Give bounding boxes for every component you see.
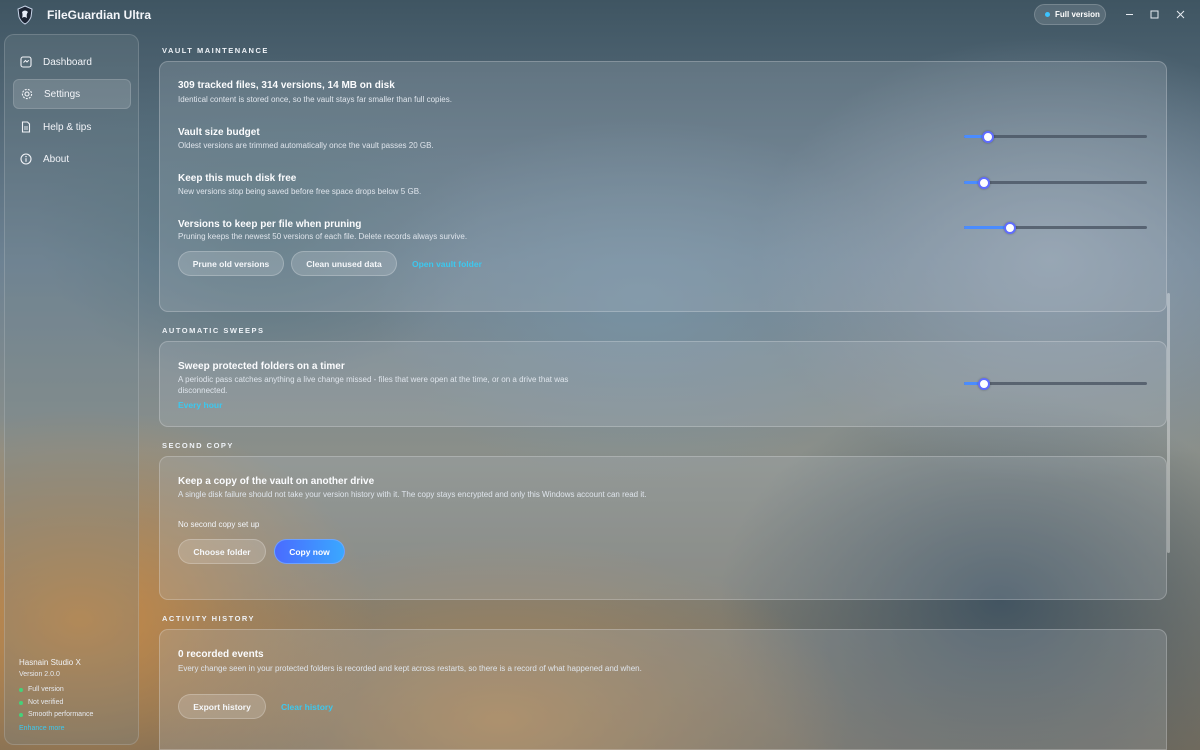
second-copy-title: Keep a copy of the vault on another driv… (178, 476, 375, 487)
slider-thumb[interactable] (982, 131, 994, 143)
title-bar: FileGuardian Ultra Full version (0, 0, 1200, 30)
slider-thumb[interactable] (978, 177, 990, 189)
status-dot-icon (19, 712, 23, 717)
vault-summary-description: Identical content is stored once, so the… (178, 95, 452, 104)
section-heading-vault: VAULT MAINTENANCE (162, 46, 269, 55)
second-copy-description: A single disk failure should not take yo… (178, 490, 647, 499)
sweep-timer-description: A periodic pass catches anything a live … (178, 375, 569, 395)
maximize-button[interactable] (1142, 4, 1166, 24)
sidebar-item-label: About (43, 153, 70, 165)
vault-size-budget-description: Oldest versions are trimmed automaticall… (178, 141, 434, 150)
sidebar-item-help[interactable]: Help & tips (13, 112, 131, 142)
sweep-interval-value: Every hour (178, 400, 223, 410)
status-dot-icon (19, 687, 23, 692)
vault-size-budget-slider[interactable] (964, 131, 1147, 143)
minimize-button[interactable] (1117, 4, 1141, 24)
versions-per-file-title: Versions to keep per file when pruning (178, 219, 362, 230)
export-history-button[interactable]: Export history (178, 694, 266, 719)
minimize-icon (1125, 13, 1133, 15)
sidebar-item-label: Help & tips (43, 121, 92, 133)
status-full-version: Full version (19, 686, 64, 693)
slider-thumb[interactable] (1004, 222, 1016, 234)
open-vault-folder-link[interactable]: Open vault folder (412, 259, 482, 269)
second-copy-status: No second copy set up (178, 520, 260, 529)
prune-old-versions-button[interactable]: Prune old versions (178, 251, 284, 276)
copy-now-button[interactable]: Copy now (274, 539, 345, 564)
sidebar-item-dashboard[interactable]: Dashboard (13, 47, 131, 77)
status-dot-icon (19, 700, 23, 705)
status-performance: Smooth performance (19, 711, 93, 718)
maximize-icon (1150, 10, 1158, 18)
app-logo-icon (17, 5, 33, 25)
choose-folder-button[interactable]: Choose folder (178, 539, 266, 564)
slider-thumb[interactable] (978, 378, 990, 390)
activity-card (159, 629, 1167, 750)
status-verification: Not verified (19, 699, 63, 706)
dashboard-icon (19, 55, 33, 69)
sweep-interval-slider[interactable] (964, 378, 1147, 390)
studio-name: Hasnain Studio X (19, 658, 81, 667)
disk-free-title: Keep this much disk free (178, 173, 297, 184)
status-label: Not verified (28, 699, 64, 706)
close-button[interactable] (1168, 4, 1192, 24)
sidebar-item-label: Dashboard (43, 56, 92, 68)
versions-per-file-description: Pruning keeps the newest 50 versions of … (178, 232, 468, 241)
section-heading-second-copy: SECOND COPY (162, 441, 234, 450)
sidebar-item-about[interactable]: About (13, 144, 131, 174)
clean-unused-data-button[interactable]: Clean unused data (291, 251, 397, 276)
enhance-link[interactable]: Enhance more (19, 725, 65, 732)
clear-history-link[interactable]: Clear history (281, 702, 333, 712)
app-version: Version 2.0.0 (19, 671, 60, 678)
disk-free-description: New versions stop being saved before fre… (178, 187, 422, 196)
vault-size-budget-title: Vault size budget (178, 127, 260, 138)
scrollbar-thumb[interactable] (1167, 293, 1170, 553)
gear-icon (20, 87, 34, 101)
slider-track (964, 181, 1147, 184)
version-badge-label: Full version (1055, 10, 1100, 19)
sweep-timer-title: Sweep protected folders on a timer (178, 361, 345, 372)
close-icon (1176, 10, 1184, 18)
sidebar-item-settings[interactable]: Settings (13, 79, 131, 109)
status-label: Smooth performance (28, 711, 94, 718)
status-label: Full version (28, 686, 64, 693)
activity-count-title: 0 recorded events (178, 649, 264, 660)
versions-per-file-slider[interactable] (964, 222, 1147, 234)
info-icon (19, 152, 33, 166)
vault-summary-title: 309 tracked files, 314 versions, 14 MB o… (178, 80, 395, 91)
disk-free-slider[interactable] (964, 177, 1147, 189)
app-title: FileGuardian Ultra (47, 8, 152, 22)
activity-description: Every change seen in your protected fold… (178, 664, 642, 673)
slider-track (964, 382, 1147, 385)
sidebar: Dashboard Settings Help & tips About Has… (4, 34, 139, 745)
status-dot-icon (1045, 12, 1050, 17)
section-heading-activity: ACTIVITY HISTORY (162, 614, 256, 623)
document-icon (19, 120, 33, 134)
section-heading-sweeps: AUTOMATIC SWEEPS (162, 326, 265, 335)
sidebar-item-label: Settings (44, 88, 81, 100)
version-badge[interactable]: Full version (1034, 4, 1106, 25)
